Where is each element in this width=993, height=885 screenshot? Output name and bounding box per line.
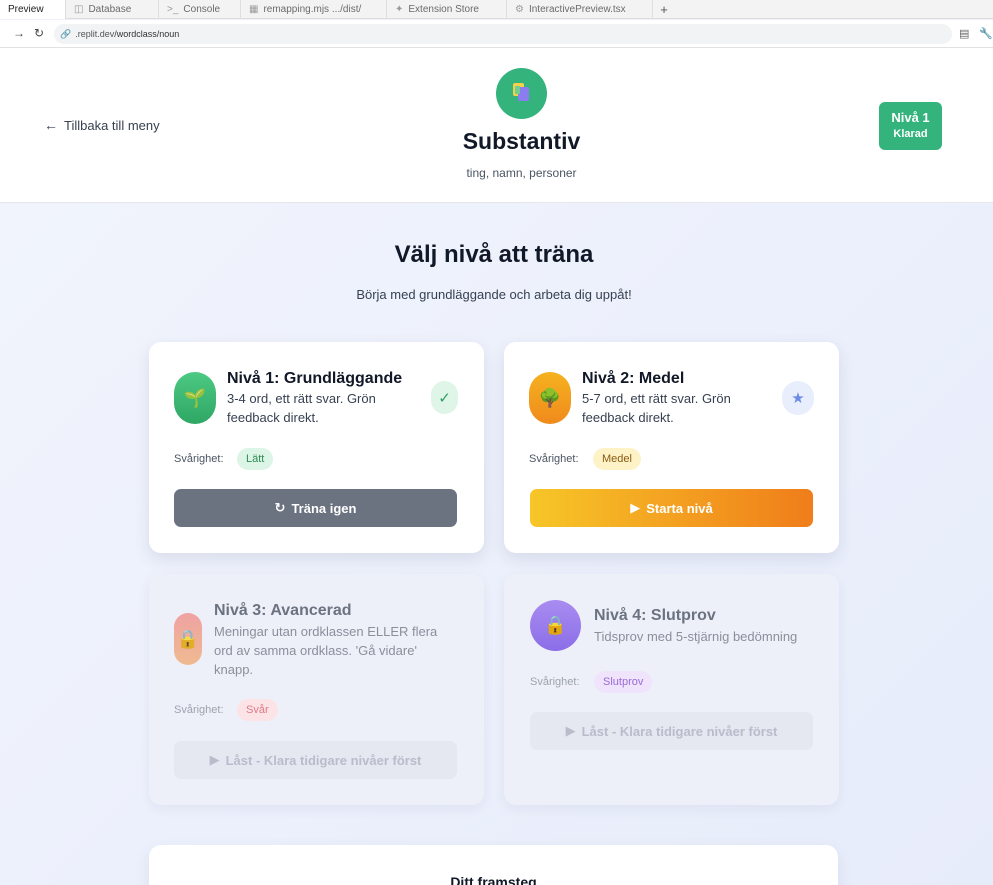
button-label: Låst - Klara tidigare nivåer först	[225, 752, 422, 768]
difficulty-badge: Medel	[593, 448, 641, 470]
tab-interactive-preview[interactable]: ⚙ InteractivePreview.tsx	[507, 0, 653, 19]
level-card-4: 🔒 Nivå 4: Slutprov Tidsprov med 5-stjärn…	[504, 574, 839, 805]
section-lead: Börja med grundläggande och arbeta dig u…	[356, 287, 632, 302]
plus-icon: +	[660, 2, 668, 17]
level-card-1: 🌱 Nivå 1: Grundläggande 3-4 ord, ett rät…	[149, 342, 484, 553]
locked-level-button[interactable]: ▶ Låst - Klara tidigare nivåer först	[174, 741, 457, 779]
locked-level-button[interactable]: ▶ Låst - Klara tidigare nivåer först	[530, 712, 813, 750]
tab-label: Extension Store	[408, 4, 479, 15]
level-description: 3-4 ord, ett rätt svar. Grön feedback di…	[227, 391, 376, 425]
url-path: /wordclass/noun	[114, 29, 180, 39]
train-again-button[interactable]: ↻ Träna igen	[174, 489, 457, 527]
tab-label: Preview	[8, 4, 44, 15]
difficulty-label: Svårighet:	[530, 676, 580, 688]
level-card-3: 🔒 Nivå 3: Avancerad Meningar utan ordkla…	[149, 574, 484, 805]
tab-remapping[interactable]: ▦ remapping.mjs .../dist/	[241, 0, 387, 19]
difficulty-label: Svårighet:	[174, 453, 224, 465]
main-content: Välj nivå att träna Börja med grundlägga…	[0, 204, 993, 885]
tab-label: Database	[88, 4, 132, 15]
sprout-icon: 🌱	[174, 372, 216, 424]
level-description: Meningar utan ordklassen ELLER flera ord…	[214, 624, 438, 677]
checkmark-icon: ✓	[431, 381, 458, 414]
puzzle-icon: ✦	[395, 4, 404, 15]
tab-database[interactable]: ◫ Database	[66, 0, 159, 19]
button-label: Träna igen	[291, 500, 357, 516]
level-title: Nivå 1: Grundläggande	[227, 370, 403, 387]
section-heading: Välj nivå att träna	[394, 241, 594, 268]
refresh-icon: ↻	[274, 500, 286, 515]
difficulty-label: Svårighet:	[529, 453, 579, 465]
reload-icon[interactable]: ↻	[34, 26, 44, 40]
badge-level: Nivå 1	[891, 110, 930, 125]
tab-label: Console	[183, 4, 221, 15]
wordclass-logo	[496, 68, 547, 119]
tab-extension-store[interactable]: ✦ Extension Store	[387, 0, 507, 19]
level-title: Nivå 3: Avancerad	[214, 602, 352, 619]
url-field[interactable]: 🔗 .replit.dev/wordclass/noun	[54, 24, 952, 44]
lock-icon: 🔒	[174, 613, 202, 665]
gear-icon: ⚙	[515, 4, 524, 15]
start-level-button[interactable]: ▶ Starta nivå	[530, 489, 813, 527]
address-bar-row: → ↻ 🔗 .replit.dev/wordclass/noun ▤ 🔧	[0, 20, 993, 48]
level-title: Nivå 2: Medel	[582, 370, 685, 387]
button-label: Låst - Klara tidigare nivåer först	[581, 723, 778, 739]
link-icon: 🔗	[60, 28, 72, 39]
lock-icon: 🔒	[530, 600, 581, 651]
tree-icon: 🌳	[529, 372, 571, 424]
difficulty-badge: Lätt	[237, 448, 274, 470]
star-icon: ★	[782, 381, 814, 415]
difficulty-badge: Svår	[237, 699, 278, 721]
play-icon: ▶	[630, 500, 641, 515]
tab-console[interactable]: >_ Console	[159, 0, 241, 19]
badge-status: Klarad	[893, 128, 928, 140]
progress-card: Ditt framsteg	[149, 845, 838, 885]
browser-tab-bar: Preview ◫ Database >_ Console ▦ remapping.m…	[0, 0, 993, 19]
wrench-icon[interactable]: 🔧	[979, 27, 993, 40]
level-card-2: 🌳 Nivå 2: Medel 5-7 ord, ett rätt svar. …	[504, 342, 839, 553]
forward-arrow-icon[interactable]: →	[13, 26, 25, 40]
terminal-icon: >_	[167, 4, 179, 15]
play-icon: ▶	[565, 723, 576, 738]
level-description: Tidsprov med 5-stjärnig bedömning	[594, 629, 798, 644]
tab-preview[interactable]: Preview	[0, 0, 66, 19]
url-host: .replit.dev	[75, 29, 115, 39]
button-label: Starta nivå	[646, 500, 713, 516]
difficulty-label: Svårighet:	[174, 704, 224, 716]
database-icon: ◫	[74, 4, 84, 15]
page-subtitle: ting, namn, personer	[466, 166, 577, 180]
level-description: 5-7 ord, ett rätt svar. Grön feedback di…	[582, 391, 731, 425]
file-icon: ▦	[249, 4, 259, 15]
page-header: ← Tillbaka till meny Substantiv ting, na…	[0, 48, 993, 203]
tab-label: InteractivePreview.tsx	[528, 4, 626, 15]
play-icon: ▶	[209, 752, 220, 767]
level-status-badge: Nivå 1 Klarad	[879, 102, 942, 150]
page-title: Substantiv	[462, 128, 581, 154]
devices-icon[interactable]: ▤	[959, 27, 969, 40]
level-title: Nivå 4: Slutprov	[594, 607, 716, 624]
tab-label: remapping.mjs .../dist/	[263, 4, 362, 15]
difficulty-badge: Slutprov	[594, 671, 653, 693]
progress-title: Ditt framsteg	[450, 874, 537, 885]
new-tab-button[interactable]: +	[653, 0, 675, 19]
